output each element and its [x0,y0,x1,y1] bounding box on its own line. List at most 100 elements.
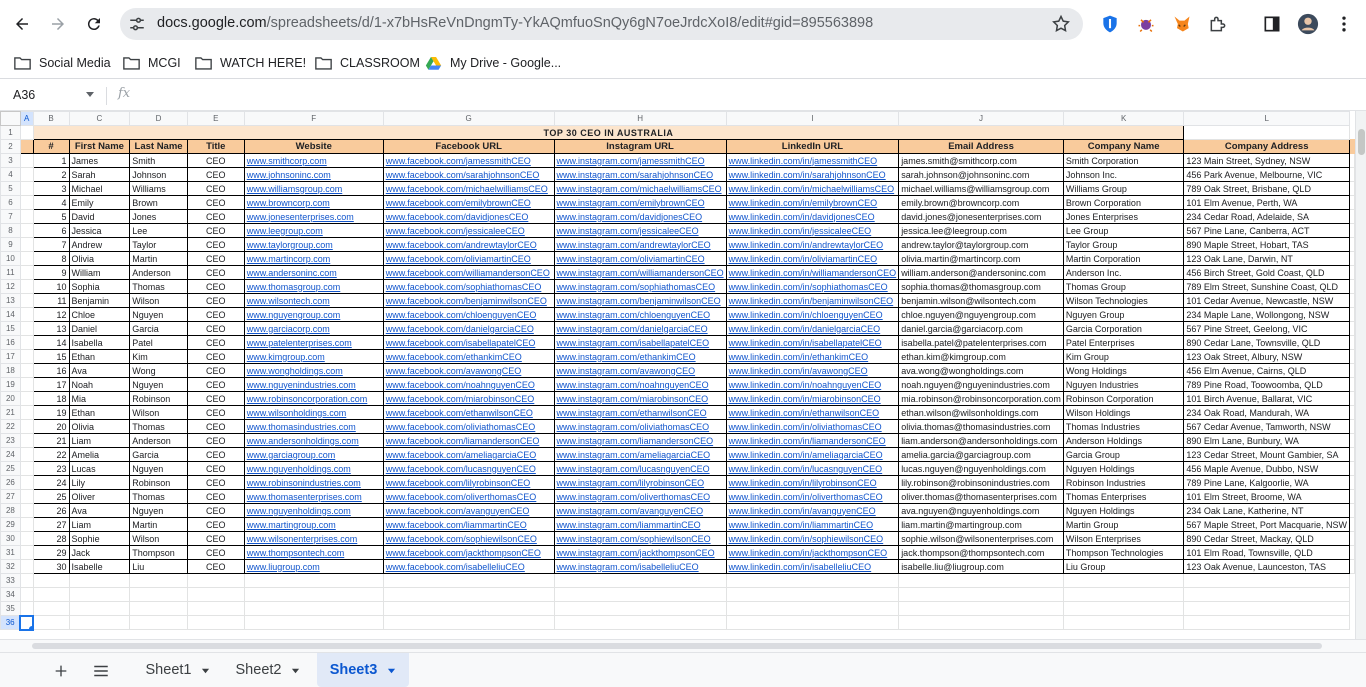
data-cell[interactable]: 2 [32,167,70,182]
data-cell[interactable]: www.andersoninc.com [243,265,384,280]
tab-sheet3[interactable]: Sheet3 [317,653,409,687]
cell-link[interactable]: www.facebook.com/liamandersonCEO [386,436,540,446]
data-cell[interactable]: www.nguyenholdings.com [243,461,384,476]
cell-link[interactable]: www.facebook.com/avawongCEO [386,366,522,376]
data-cell[interactable]: 567 Maple Street, Port Macquarie, NSW [1183,517,1350,532]
cell-link[interactable]: www.linkedin.com/in/emilybrownCEO [729,198,878,208]
data-cell[interactable]: 19 [32,405,70,420]
cell[interactable] [32,615,70,630]
cell[interactable] [382,587,555,602]
row-header[interactable]: 9 [0,237,21,252]
row-header[interactable]: 24 [0,447,21,462]
cell-link[interactable]: www.linkedin.com/in/oliviathomasCEO [729,422,882,432]
data-cell[interactable]: www.facebook.com/lucasnguyenCEO [382,461,555,476]
data-cell[interactable]: www.linkedin.com/in/sophiathomasCEO [725,279,900,294]
data-cell[interactable]: www.linkedin.com/in/sarahjohnsonCEO [725,167,900,182]
data-cell[interactable]: www.facebook.com/emilybrownCEO [382,195,555,210]
data-cell[interactable]: 15 [32,349,70,364]
row-header[interactable]: 33 [0,573,21,588]
reload-button[interactable] [80,10,108,38]
row-header[interactable]: 27 [0,489,21,504]
cell[interactable] [32,587,70,602]
header-cell[interactable]: Company Address [1183,139,1350,154]
cell[interactable] [1183,587,1350,602]
cell[interactable] [553,615,727,630]
data-cell[interactable]: CEO [186,517,245,532]
data-cell[interactable]: www.facebook.com/williamandersonCEO [382,265,555,280]
data-cell[interactable]: Garcia [129,321,188,336]
column-header-d[interactable]: D [129,111,188,126]
cell[interactable] [68,587,131,602]
cell-link[interactable]: www.instagram.com/oliviathomasCEO [557,422,710,432]
row-header[interactable]: 16 [0,335,21,350]
cell[interactable] [19,503,34,518]
data-cell[interactable]: www.facebook.com/danielgarciaCEO [382,321,555,336]
cell-link[interactable]: www.linkedin.com/in/lucasnguyenCEO [729,464,883,474]
data-cell[interactable]: Liu Group [1062,559,1185,574]
cell-link[interactable]: www.facebook.com/oliviathomasCEO [386,422,536,432]
cell-link[interactable]: www.wilsonholdings.com [247,408,347,418]
data-cell[interactable]: 101 Cedar Avenue, Newcastle, NSW [1183,293,1350,308]
row-header[interactable]: 18 [0,363,21,378]
cell-link[interactable]: www.browncorp.com [247,198,330,208]
data-cell[interactable]: 890 Cedar Lane, Townsville, QLD [1183,335,1350,350]
cell-link[interactable]: www.facebook.com/andrewtaylorCEO [386,240,537,250]
data-cell[interactable]: www.linkedin.com/in/sophiewilsonCEO [725,531,900,546]
cell-link[interactable]: www.smithcorp.com [247,156,327,166]
data-cell[interactable]: 789 Elm Street, Sunshine Coast, QLD [1183,279,1350,294]
cell[interactable] [1062,615,1185,630]
header-cell[interactable]: Company Name [1062,139,1185,154]
data-cell[interactable]: www.facebook.com/oliverthomasCEO [382,489,555,504]
row-header[interactable]: 30 [0,531,21,546]
cell-link[interactable]: www.kimgroup.com [247,352,325,362]
data-cell[interactable]: www.nguyengroup.com [243,307,384,322]
cell-link[interactable]: www.linkedin.com/in/oliviamartinCEO [729,254,878,264]
data-cell[interactable]: Anderson [129,265,188,280]
cell-link[interactable]: www.wilsontech.com [247,296,330,306]
cell-link[interactable]: www.facebook.com/danielgarciaCEO [386,324,534,334]
cell[interactable] [1183,601,1350,616]
data-cell[interactable]: David [68,209,131,224]
cell[interactable] [1349,265,1355,280]
cell[interactable] [19,307,34,322]
header-cell[interactable]: # [32,139,70,154]
cell[interactable] [898,615,1064,630]
data-cell[interactable]: www.instagram.com/chloenguyenCEO [553,307,727,322]
data-cell[interactable]: 789 Oak Street, Brisbane, QLD [1183,181,1350,196]
bookmark-star-icon[interactable] [1051,14,1071,34]
cell-link[interactable]: www.instagram.com/avawongCEO [557,366,696,376]
cell[interactable] [19,517,34,532]
cell-link[interactable]: www.linkedin.com/in/ameliagarciaCEO [729,450,883,460]
data-cell[interactable]: Williams [129,181,188,196]
data-cell[interactable]: olivia.martin@martincorp.com [898,251,1064,266]
data-cell[interactable]: Jack [68,545,131,560]
data-cell[interactable]: Johnson [129,167,188,182]
data-cell[interactable]: mia.robinson@robinsoncorporation.com [898,391,1064,406]
data-cell[interactable]: 567 Cedar Avenue, Tamworth, NSW [1183,419,1350,434]
data-cell[interactable]: 789 Pine Road, Toowoomba, QLD [1183,377,1350,392]
data-cell[interactable]: Andrew [68,237,131,252]
cell-link[interactable]: www.facebook.com/jackthompsonCEO [386,548,541,558]
row-header[interactable]: 13 [0,293,21,308]
row-header[interactable]: 31 [0,545,21,560]
data-cell[interactable]: ava.wong@wongholdings.com [898,363,1064,378]
data-cell[interactable]: Johnson Inc. [1062,167,1185,182]
data-cell[interactable]: www.facebook.com/andrewtaylorCEO [382,237,555,252]
data-cell[interactable]: www.instagram.com/ethanwilsonCEO [553,405,727,420]
cell-link[interactable]: www.liugroup.com [247,562,320,572]
cell-link[interactable]: www.facebook.com/ethanwilsonCEO [386,408,533,418]
data-cell[interactable]: isabella.patel@patelenterprises.com [898,335,1064,350]
header-cell[interactable]: Email Address [898,139,1064,154]
cell-link[interactable]: www.andersonholdings.com [247,436,359,446]
header-cell[interactable]: Website [243,139,384,154]
data-cell[interactable]: CEO [186,559,245,574]
data-cell[interactable]: www.linkedin.com/in/ameliagarciaCEO [725,447,900,462]
data-cell[interactable]: Mia [68,391,131,406]
data-cell[interactable]: 24 [32,475,70,490]
cell-link[interactable]: www.linkedin.com/in/andrewtaylorCEO [729,240,884,250]
data-cell[interactable]: CEO [186,447,245,462]
data-cell[interactable]: www.facebook.com/ethankimCEO [382,349,555,364]
cell-link[interactable]: www.linkedin.com/in/michaelwilliamsCEO [729,184,895,194]
cell[interactable] [19,167,34,182]
data-cell[interactable]: jessica.lee@leegroup.com [898,223,1064,238]
